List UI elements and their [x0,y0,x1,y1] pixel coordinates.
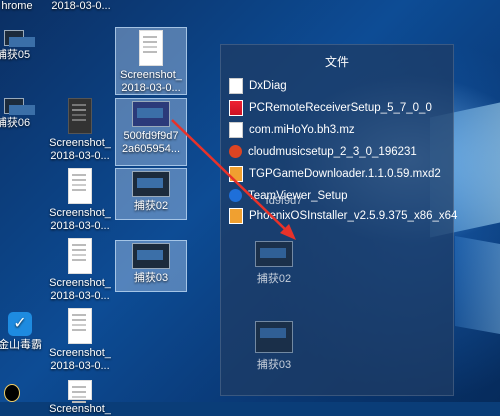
icon-label: Screenshot_ [49,403,111,415]
red-arrow-annotation [171,119,296,240]
